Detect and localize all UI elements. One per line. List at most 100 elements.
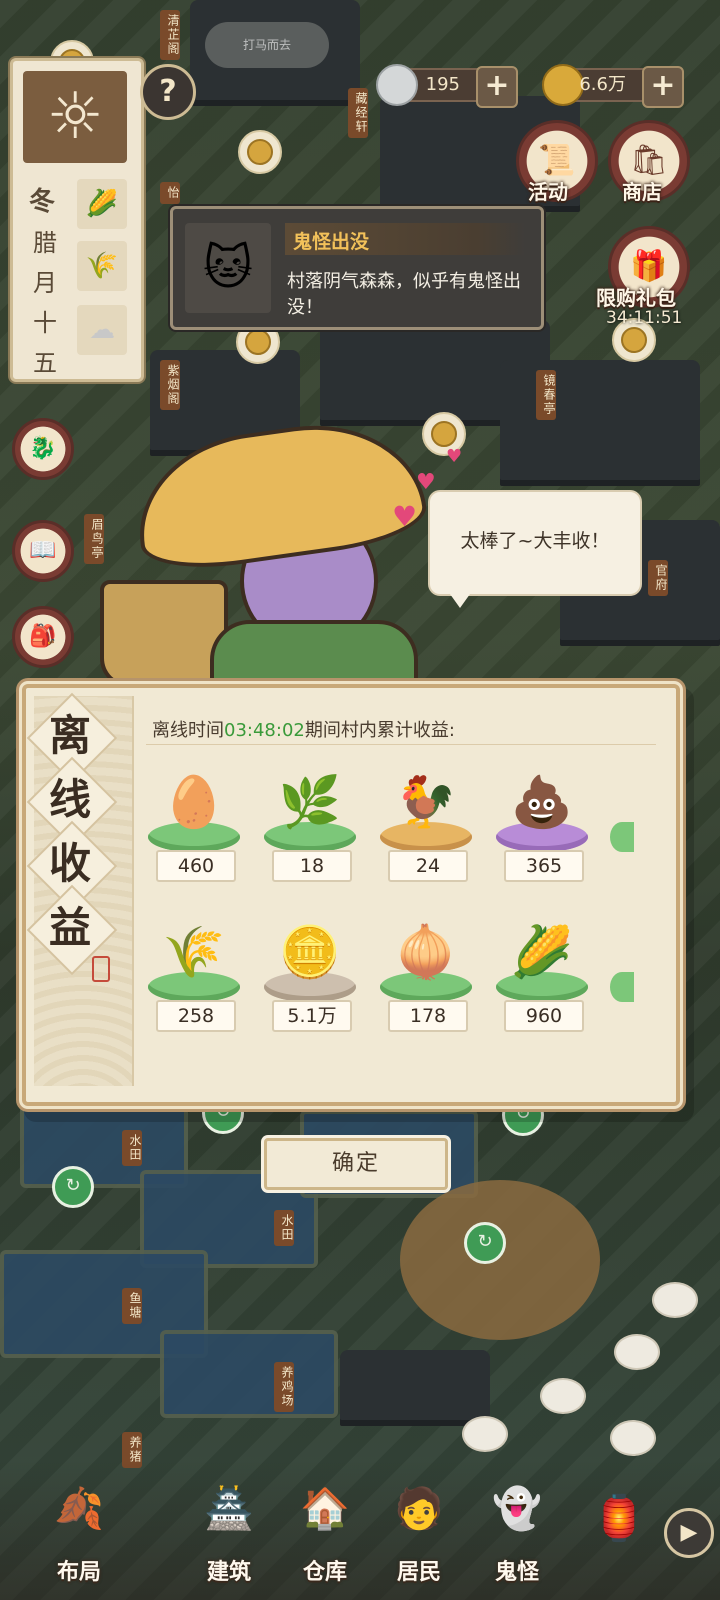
coin-counter: 6.6万 + xyxy=(542,64,684,108)
map-sign[interactable]: 清芷阁 xyxy=(160,10,180,60)
partial-item-cutoff xyxy=(610,822,634,852)
warehouse-icon: 🏠 xyxy=(300,1486,350,1532)
nav-label: 居民 xyxy=(396,1560,441,1585)
copper-coin-icon xyxy=(542,64,584,106)
building-icon: 🏯 xyxy=(204,1486,254,1532)
wheat-icon: 🌾 xyxy=(162,923,226,981)
nav-ghosts-button[interactable]: 👻 鬼怪 xyxy=(472,1474,562,1600)
item-count: 18 xyxy=(272,850,352,882)
map-sign[interactable]: 水田 xyxy=(274,1210,294,1246)
straw-hat-illustration xyxy=(127,410,431,578)
heart-icon: ♥ xyxy=(392,500,418,533)
great-tree[interactable] xyxy=(400,1180,600,1340)
nav-layout-button[interactable]: 🍂 布局 xyxy=(34,1474,124,1600)
harvest-bubble-icon[interactable]: ↻ xyxy=(464,1222,506,1264)
reward-item-manure[interactable]: 💩 365 xyxy=(492,766,592,886)
nav-label: 仓库 xyxy=(302,1560,347,1585)
coin-bubble-icon[interactable] xyxy=(238,130,282,174)
harvest-bubble-icon[interactable]: ↻ xyxy=(52,1166,94,1208)
expand-arrow-button[interactable]: ▶ xyxy=(664,1508,714,1558)
map-sign[interactable]: 官府 xyxy=(648,560,668,596)
reward-item-scallion[interactable]: 🧅 178 xyxy=(376,916,476,1036)
farmer-ghost-character xyxy=(100,410,431,690)
activity-label: 活动 xyxy=(528,180,568,204)
flower-bubble-icon[interactable] xyxy=(610,1420,656,1456)
layout-icon: 🍂 xyxy=(54,1486,104,1532)
shop-label: 商店 xyxy=(622,180,662,204)
cat-official-portrait-icon: 🐱 xyxy=(185,223,271,313)
map-sign[interactable]: 藏经轩 xyxy=(348,88,368,138)
resident-icon: 🧑 xyxy=(394,1486,444,1532)
reward-item-grass[interactable]: 🌿 18 xyxy=(260,766,360,886)
character-body xyxy=(210,620,418,690)
nav-build-button[interactable]: 🏯 建筑 xyxy=(184,1474,274,1600)
reward-item-chicken[interactable]: 🐓 24 xyxy=(376,766,476,886)
partial-item-cutoff xyxy=(610,972,634,1002)
confirm-button[interactable]: 确定 xyxy=(264,1138,448,1190)
reward-item-coin[interactable]: 🪙 5.1万 xyxy=(260,916,360,1036)
map-sign[interactable]: 紫烟阁 xyxy=(160,360,180,410)
silver-ingot-icon xyxy=(376,64,418,106)
reward-item-wheat[interactable]: 🌾 258 xyxy=(144,916,244,1036)
copper-coin-icon: 🪙 xyxy=(278,923,342,981)
basket-illustration xyxy=(100,580,228,688)
offline-subtitle: 离线时间03:48:02期间村内累计收益: xyxy=(152,720,455,741)
lunar-date: 腊 月 十 五 xyxy=(33,229,57,377)
limited-gift-label: 限购礼包 xyxy=(596,286,676,310)
nav-label: 建筑 xyxy=(206,1560,251,1585)
sun-weather-icon: ☼ xyxy=(23,71,127,163)
nav-label: 鬼怪 xyxy=(494,1560,539,1585)
help-button[interactable]: ? xyxy=(140,64,196,120)
chicken-icon: 🐓 xyxy=(394,773,458,831)
silver-counter: 195 + xyxy=(376,64,518,108)
nav-warehouse-button[interactable]: 🏠 仓库 xyxy=(280,1474,370,1600)
item-count: 960 xyxy=(504,1000,584,1032)
nav-residents-button[interactable]: 🧑 居民 xyxy=(374,1474,464,1600)
grass-icon: 🌿 xyxy=(278,773,342,831)
notice-title: 鬼怪出没 xyxy=(293,231,370,253)
silver-value: 195 xyxy=(425,74,460,95)
notice-body: 村落阴气森森，似乎有鬼怪出没！ xyxy=(287,271,521,318)
bag-button[interactable]: 🎒 xyxy=(12,606,74,668)
map-sign[interactable]: 怡 xyxy=(160,182,180,204)
flower-bubble-icon[interactable] xyxy=(462,1416,508,1452)
item-count: 258 xyxy=(156,1000,236,1032)
item-count: 460 xyxy=(156,850,236,882)
map-sign[interactable]: 水田 xyxy=(122,1130,142,1166)
wheat-icon: 🌾 xyxy=(77,241,127,291)
book-button[interactable]: 📖 xyxy=(12,520,74,582)
manure-icon: 💩 xyxy=(510,773,574,831)
map-building xyxy=(340,1350,490,1420)
reward-item-corn[interactable]: 🌽 960 xyxy=(492,916,592,1036)
ghost-notice-card[interactable]: 🐱 鬼怪出没 村落阴气森森，似乎有鬼怪出没！ xyxy=(170,206,544,330)
add-coins-button[interactable]: + xyxy=(642,66,684,108)
red-seal-icon xyxy=(92,956,110,982)
scallion-icon: 🧅 xyxy=(394,923,458,981)
divider xyxy=(146,744,656,745)
season-label: 冬 xyxy=(29,187,56,217)
flower-bubble-icon[interactable] xyxy=(540,1378,586,1414)
map-sign[interactable]: 养鸡场 xyxy=(274,1362,294,1412)
add-silver-button[interactable]: + xyxy=(476,66,518,108)
item-count: 178 xyxy=(388,1000,468,1032)
corn-icon: 🌽 xyxy=(510,923,574,981)
limited-gift-timer: 34:11:51 xyxy=(606,308,683,328)
nav-label: 布局 xyxy=(56,1560,101,1585)
cloud-icon: ☁ xyxy=(77,305,127,355)
corn-icon: 🌽 xyxy=(77,179,127,229)
map-sign[interactable]: 镜春亭 xyxy=(536,370,556,420)
map-building xyxy=(500,360,700,480)
coin-value: 6.6万 xyxy=(579,74,626,95)
heart-icon: ♥ xyxy=(446,446,463,467)
flower-bubble-icon[interactable] xyxy=(614,1334,660,1370)
panel-title-char: 益 xyxy=(48,903,91,952)
speech-bubble: 太棒了~大丰收！ xyxy=(428,490,642,608)
reward-item-egg[interactable]: 🥚 460 xyxy=(144,766,244,886)
left-menu-button[interactable]: 🐉 xyxy=(12,418,74,480)
lantern-icon[interactable]: 🏮 xyxy=(584,1474,654,1564)
egg-icon: 🥚 xyxy=(162,773,226,831)
item-count: 5.1万 xyxy=(272,1000,352,1032)
flower-bubble-icon[interactable] xyxy=(652,1282,698,1318)
calendar-panel[interactable]: ☼ 冬 腊 月 十 五 🌽 🌾 ☁ xyxy=(10,58,144,382)
map-sign[interactable]: 鱼塘 xyxy=(122,1288,142,1324)
